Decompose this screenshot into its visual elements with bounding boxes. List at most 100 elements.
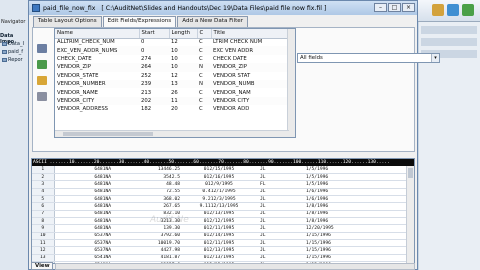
data-row[interactable]: 9 6481NA 139.30 012/11/1995 JL 12/20/1995 [32,224,409,233]
column-header[interactable]: C [197,29,212,39]
field-cell: EXC VEN ADDR [211,46,289,55]
data-view[interactable]: ASCII .......10.......20.......30.......… [31,158,415,264]
data-horizontal-scrollbar[interactable] [55,263,415,270]
field-cell: VENDOR STAT [213,72,251,79]
data-cell: 6481NA [54,210,114,218]
field-filter-select[interactable]: All fields ▾ [297,53,440,63]
field-row[interactable]: VENDOR_ADDRESS 182 20 C VENDOR ADD [55,105,289,113]
globe-icon[interactable] [447,4,459,16]
minimize-button[interactable]: – [374,3,387,12]
data-row[interactable]: 12 6537NA 4427.98 012/13/1995 JL 1/15/1996 [32,246,409,255]
properties-icon[interactable] [37,92,47,101]
field-cell: C [199,39,203,46]
data-row[interactable]: 2 6481NA 3542.5 012/16/1995 JL 1/5/1996 [32,173,409,182]
column-header[interactable]: Name [55,29,140,39]
field-row[interactable]: VENDOR_ZIP 264 10 N VENDOR_ZIP [55,63,289,72]
table-icon [2,49,7,54]
field-cell: VENDOR_ZIP [211,63,289,72]
field-cell: VENDOR CITY [211,96,289,106]
data-row[interactable]: 1 6481NA 13446.25 012/15/1995 JL 1/5/1996 [32,166,409,174]
data-row[interactable]: 11 6537NA 10019.70 012/11/1995 JL 1/15/1996 [32,239,409,248]
row-number: 9 [32,224,55,233]
data-cell: JL [254,166,294,174]
data-cell: 012/9/1995 [184,180,254,189]
field-cell: 12 [171,39,178,46]
data-cell: 72.55 [114,188,184,196]
tab-bar: Table Layout Options Edit Fields/Express… [33,16,249,27]
column-header[interactable]: Length [169,29,198,39]
data-cell: 48.48 [114,180,184,189]
data-cell: 012/16/1995 [184,173,254,182]
field-cell: 0 [139,46,169,55]
row-number: 8 [32,217,55,226]
lock-icon[interactable] [432,4,444,16]
data-row[interactable]: 6 6481NA 267.65 9.1112/13/1995 JL 1/8/1996 [32,202,409,211]
field-cell: 213 [141,89,152,96]
scroll-thumb[interactable] [408,168,413,178]
data-cell: JL [254,195,294,204]
data-cell: FL [254,180,294,189]
field-cell: CHECK_DATE [57,55,92,62]
field-row[interactable]: VENDOR_NAME 213 26 C VENDOR_NAM [55,88,289,96]
field-row[interactable]: VENDOR_NUMBER 239 13 N VENDOR_NUMB [55,79,289,89]
data-cell: JL [254,173,294,182]
window-title-file: paid_file_now_fix [43,4,96,12]
data-cell: 1/8/1996 [294,202,409,211]
data-row[interactable]: 10 6537NA 3792.60 012/14/1995 JL 1/15/1996 [32,232,409,240]
fields-list[interactable]: Name Start Length C Title ALLTRIM_CHECK_… [54,28,296,138]
chevron-down-icon[interactable]: ▾ [431,54,439,62]
data-cell: 9.1112/13/1995 [184,202,254,211]
data-cell: 012/15/1995 [184,166,254,174]
field-cell: VENDOR ADD [213,106,250,113]
sidebar-item-data[interactable]: Data_I [2,41,24,47]
navigator-label: Navigator [1,19,26,25]
field-cell: N [197,79,211,89]
close-button[interactable]: × [402,3,415,12]
field-cell: 274 [141,55,152,62]
data-row[interactable]: 13 6541NA 4181.87 012/13/1995 JL 1/15/1996 [32,254,409,262]
data-cell: 012/13/1995 [184,254,254,262]
field-row[interactable]: VENDOR_CITY 202 11 C VENDOR CITY [55,96,289,106]
watermark: Audit Ne [150,215,189,225]
data-cell: JL [254,254,294,262]
field-row[interactable]: ALLTRIM_CHECK_NUM 0 12 C LTRIM CHECK NUM [55,38,289,46]
data-row[interactable]: 3 6481NA 48.48 012/9/1995 FL 1/5/1996 [32,180,409,189]
table-icon [32,4,40,12]
field-row[interactable]: VENDOR_STATE 252 12 C VENDOR STAT [55,72,289,80]
column-header[interactable]: Start [139,29,170,39]
data-cell: 3542.5 [114,173,184,182]
tab-add-data-filter[interactable]: Add a New Data Filter [177,16,249,27]
data-cell: 10019.70 [114,239,184,248]
view-tab[interactable]: View [31,262,53,270]
sidebar-item-report[interactable]: Repor [2,57,23,63]
data-cell: 1/15/1996 [294,254,409,262]
delete-field-icon[interactable] [37,44,47,53]
edit-field-icon[interactable] [37,76,47,85]
fields-horizontal-scrollbar[interactable] [55,130,289,137]
data-row[interactable]: 4 6481NA 72.55 0.412/1/1995 JL 1/6/1996 [32,188,409,196]
shield-icon[interactable] [462,4,474,16]
tab-table-layout-options[interactable]: Table Layout Options [33,16,102,27]
data-cell: 12/20/1995 [294,224,409,233]
field-cell: 10 [169,46,197,55]
tab-edit-fields[interactable]: Edit Fields/Expressions [102,16,177,27]
column-header[interactable]: Title [211,29,290,39]
host-right-row [421,38,477,46]
data-cell: 6481NA [54,195,114,204]
maximize-button[interactable]: □ [388,3,401,12]
field-row[interactable]: CHECK_DATE 274 10 C CHECK DATE [55,55,289,63]
scroll-thumb[interactable] [63,132,153,136]
data-row[interactable]: 8 6481NA 3213.30 012/12/1995 JL 1/8/1996 [32,217,409,226]
window-title-path: [ C:\AuditNet\Slides and Handouts\Dec 19… [101,4,327,12]
data-cell: 1/15/1996 [294,239,409,248]
data-row[interactable]: 7 6481NA 832.10 012/13/1995 JL 1/8/1996 [32,210,409,218]
fields-vertical-scrollbar[interactable] [287,29,295,137]
field-row[interactable]: EXC_VEN_ADDR_NUMS 0 10 C EXC VEN ADDR [55,46,289,55]
data-row[interactable]: 5 6481NA 368.02 9.212/3/1995 JL 1/6/1996 [32,195,409,204]
window-title-bar[interactable]: paid_file_now_fix [ C:\AuditNet\Slides a… [29,1,417,15]
data-cell: JL [254,217,294,226]
data-vertical-scrollbar[interactable] [406,166,414,263]
data-cell: 6537NA [54,232,114,240]
add-field-icon[interactable] [37,60,47,69]
sidebar-item-paid[interactable]: paid_f [2,49,23,55]
